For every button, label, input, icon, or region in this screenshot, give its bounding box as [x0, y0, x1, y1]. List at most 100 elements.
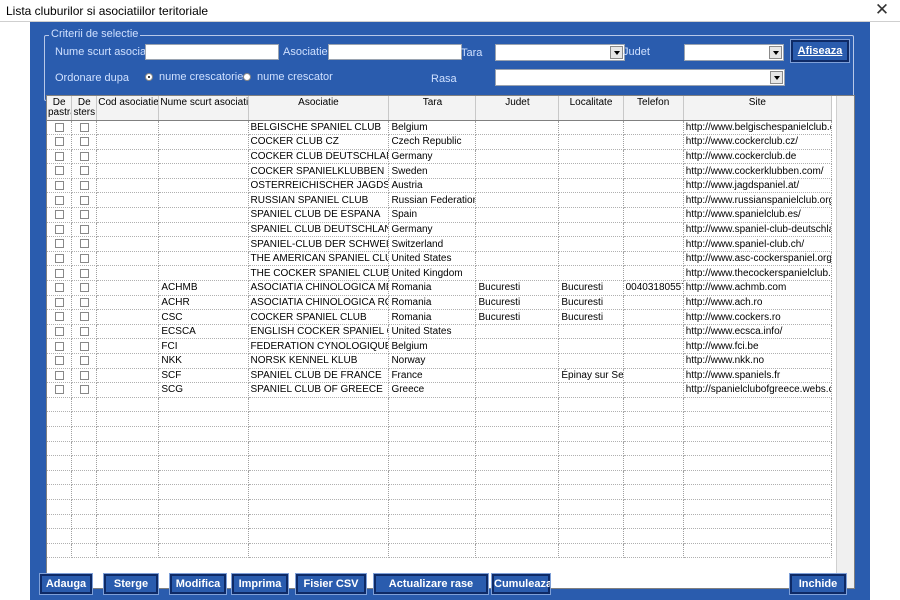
- actualizare-rase-button[interactable]: Actualizare rase: [373, 573, 489, 595]
- table-cell[interactable]: [558, 411, 624, 427]
- table-cell[interactable]: [558, 353, 624, 369]
- delete-checkbox[interactable]: [79, 239, 89, 249]
- table-cell[interactable]: [96, 397, 160, 413]
- delete-checkbox[interactable]: [79, 326, 89, 336]
- table-cell[interactable]: [623, 178, 684, 194]
- table-cell[interactable]: [475, 236, 560, 252]
- table-row[interactable]: [47, 455, 833, 471]
- table-cell[interactable]: [96, 411, 160, 427]
- table-row[interactable]: SPANIEL CLUB DE ESPANA Spain http://www.sp…: [47, 207, 833, 223]
- table-cell[interactable]: [248, 441, 390, 457]
- table-cell[interactable]: [623, 192, 684, 209]
- table-cell[interactable]: [475, 484, 560, 500]
- table-row[interactable]: OSTERREICHISCHER JAGDSPA Austria http://ww…: [47, 178, 833, 194]
- table-row[interactable]: NKK NORSK KENNEL KLUB Norway http://www.nkk…: [47, 353, 833, 369]
- table-cell[interactable]: [248, 499, 390, 515]
- table-cell[interactable]: CSC: [158, 309, 249, 325]
- table-cell[interactable]: [623, 265, 684, 282]
- asociatie-input[interactable]: [328, 44, 462, 60]
- table-cell[interactable]: [96, 192, 160, 209]
- table-cell[interactable]: [683, 455, 833, 471]
- table-cell[interactable]: [158, 236, 249, 252]
- table-cell[interactable]: [475, 338, 560, 354]
- delete-checkbox[interactable]: [79, 224, 89, 234]
- table-cell[interactable]: RUSSIAN SPANIEL CLUB: [248, 192, 390, 209]
- table-cell[interactable]: [558, 441, 624, 457]
- delete-checkbox[interactable]: [79, 297, 89, 307]
- close-icon[interactable]: ✕: [872, 0, 892, 20]
- table-cell[interactable]: [158, 120, 249, 136]
- judet-select[interactable]: [684, 44, 784, 61]
- table-cell[interactable]: [388, 484, 477, 500]
- table-cell[interactable]: [623, 251, 684, 267]
- table-cell[interactable]: SPANIEL-CLUB DER SCHWEIZ: [248, 236, 390, 252]
- table-cell[interactable]: [475, 149, 560, 165]
- table-cell[interactable]: [623, 514, 684, 530]
- table-cell[interactable]: [388, 455, 477, 471]
- delete-checkbox[interactable]: [79, 385, 89, 395]
- chevron-down-icon[interactable]: [770, 71, 783, 84]
- table-cell[interactable]: Bucuresti: [558, 280, 624, 296]
- delete-checkbox[interactable]: [79, 356, 89, 366]
- table-cell[interactable]: [158, 192, 249, 209]
- table-row[interactable]: [47, 397, 833, 413]
- table-cell[interactable]: [96, 324, 160, 340]
- table-cell[interactable]: [683, 411, 833, 427]
- table-cell[interactable]: [475, 411, 560, 427]
- table-cell[interactable]: [388, 528, 477, 544]
- table-cell[interactable]: http://www.russianspanielclub.org/: [683, 192, 833, 209]
- table-cell[interactable]: [623, 207, 684, 223]
- table-row[interactable]: ACHMB ASOCIATIA CHINOLOGICA METI Romania Bu…: [47, 280, 833, 296]
- clubs-grid[interactable]: De pastrat De sters Cod asociatie Nume s…: [46, 95, 855, 589]
- table-row[interactable]: [47, 528, 833, 544]
- table-cell[interactable]: http://www.spanielclub.es/: [683, 207, 833, 223]
- table-cell[interactable]: [683, 441, 833, 457]
- table-cell[interactable]: [248, 397, 390, 413]
- table-cell[interactable]: FCI: [158, 338, 249, 354]
- table-cell[interactable]: [96, 441, 160, 457]
- table-row[interactable]: COCKER CLUB CZ Czech Republic http://www.c…: [47, 134, 833, 150]
- table-row[interactable]: ECSCA ENGLISH COCKER SPANIEL CLI United St…: [47, 324, 833, 340]
- table-cell[interactable]: [388, 543, 477, 559]
- table-row[interactable]: FCI FEDERATION CYNOLOGIQUE IN Belgium http:…: [47, 338, 833, 354]
- col-header[interactable]: Localitate: [558, 96, 624, 121]
- table-cell[interactable]: [158, 543, 249, 559]
- table-cell[interactable]: [683, 470, 833, 486]
- delete-checkbox[interactable]: [79, 254, 89, 263]
- col-header[interactable]: De sters: [71, 96, 98, 121]
- delete-checkbox[interactable]: [79, 137, 89, 147]
- afiseaza-button[interactable]: Afiseaza: [790, 39, 850, 63]
- table-cell[interactable]: United Kingdom: [388, 265, 477, 282]
- table-cell[interactable]: [96, 207, 160, 223]
- table-cell[interactable]: [558, 324, 624, 340]
- table-cell[interactable]: [388, 470, 477, 486]
- table-row[interactable]: BELGISCHE SPANIEL CLUB Belgium http://www.…: [47, 120, 833, 136]
- table-cell[interactable]: 00403180557: [623, 280, 684, 296]
- table-cell[interactable]: [558, 265, 624, 282]
- table-cell[interactable]: http://www.fci.be: [683, 338, 833, 354]
- table-cell[interactable]: [623, 149, 684, 165]
- table-cell[interactable]: [158, 134, 249, 150]
- keep-checkbox[interactable]: [54, 224, 64, 234]
- table-cell[interactable]: [248, 543, 390, 559]
- table-cell[interactable]: Belgium: [388, 120, 477, 136]
- table-row[interactable]: SCG SPANIEL CLUB OF GREECE Greece http://sp…: [47, 382, 833, 398]
- table-cell[interactable]: [96, 426, 160, 442]
- table-cell[interactable]: SPANIEL CLUB DE ESPANA: [248, 207, 390, 223]
- table-cell[interactable]: [388, 514, 477, 530]
- table-cell[interactable]: http://www.nkk.no: [683, 353, 833, 369]
- table-cell[interactable]: http://www.achmb.com: [683, 280, 833, 296]
- table-cell[interactable]: [96, 222, 160, 238]
- table-cell[interactable]: [96, 382, 160, 398]
- table-cell[interactable]: http://www.jagdspaniel.at/: [683, 178, 833, 194]
- table-cell[interactable]: http://www.spaniels.fr: [683, 368, 833, 384]
- delete-checkbox[interactable]: [79, 166, 89, 176]
- table-cell[interactable]: [158, 178, 249, 194]
- table-cell[interactable]: SCF: [158, 368, 249, 384]
- table-cell[interactable]: [683, 499, 833, 515]
- delete-checkbox[interactable]: [79, 268, 89, 278]
- table-row[interactable]: THE COCKER SPANIEL CLUB United Kingdom htt…: [47, 265, 833, 282]
- cumuleaza-button[interactable]: Cumuleaza: [491, 573, 552, 595]
- table-cell[interactable]: [158, 265, 249, 282]
- keep-checkbox[interactable]: [54, 166, 64, 176]
